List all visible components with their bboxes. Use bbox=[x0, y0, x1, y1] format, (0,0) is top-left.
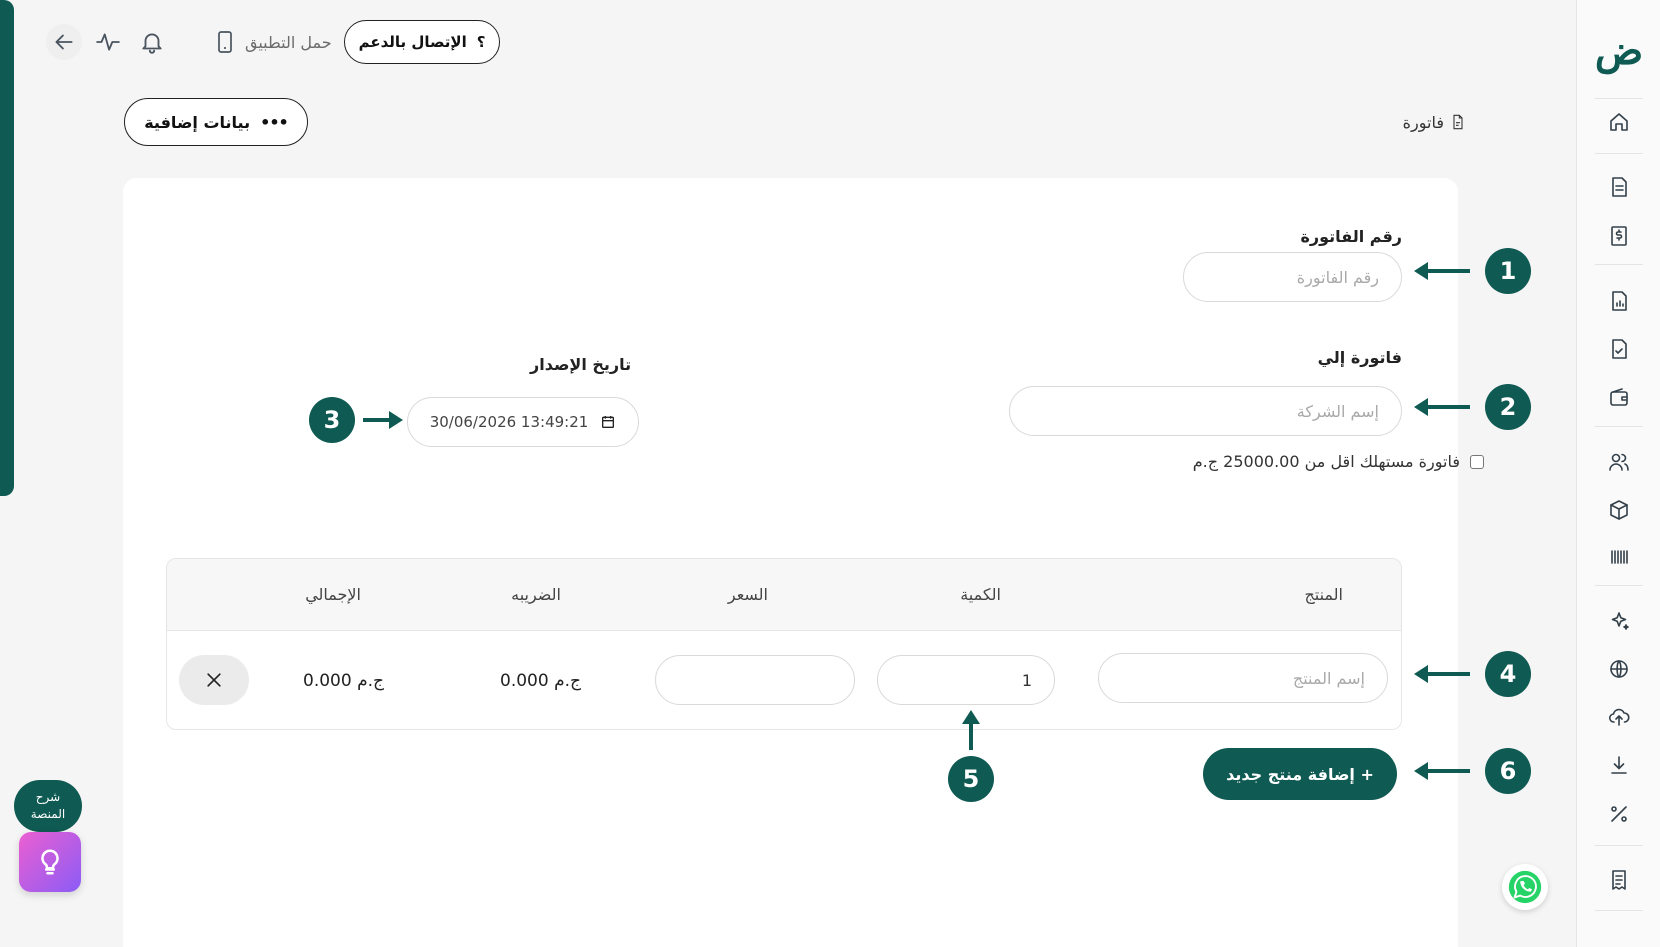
whatsapp-icon bbox=[1508, 870, 1542, 904]
activity-icon bbox=[96, 33, 120, 51]
annotation-badge-3: 3 bbox=[309, 397, 355, 443]
annotation-arrow-3 bbox=[361, 409, 405, 431]
tips-button[interactable] bbox=[19, 832, 81, 892]
question-icon: ؟ bbox=[476, 33, 486, 51]
consumer-invoice-checkbox-row[interactable]: فاتورة مستهلك اقل من 25000.00 ج.م bbox=[1193, 452, 1484, 471]
report-chart-icon[interactable] bbox=[1605, 287, 1633, 315]
whatsapp-button[interactable] bbox=[1502, 864, 1548, 910]
percent-icon[interactable] bbox=[1605, 800, 1633, 828]
annotation-badge-2: 2 bbox=[1485, 384, 1531, 430]
contact-support-button[interactable]: الإتصال بالدعم ؟ bbox=[344, 20, 500, 64]
remove-row-button[interactable] bbox=[179, 655, 249, 705]
add-product-button[interactable]: + إضافة منتج جديد bbox=[1203, 748, 1397, 800]
header-tax: الضريبه bbox=[511, 585, 561, 604]
invoice-number-placeholder: رقم الفاتورة bbox=[1296, 267, 1379, 287]
breadcrumb: فاتورة bbox=[1403, 108, 1466, 136]
barcode-icon[interactable] bbox=[1605, 543, 1633, 571]
tax-value: 0.000 ج.م bbox=[500, 671, 581, 691]
back-button[interactable] bbox=[46, 24, 82, 60]
calendar-icon[interactable] bbox=[600, 414, 616, 430]
platform-guide-button[interactable]: شرح المنصة bbox=[14, 780, 82, 832]
left-accent-strip bbox=[0, 0, 14, 496]
mobile-icon bbox=[218, 31, 232, 53]
issue-date-label: تاريخ الإصدار bbox=[530, 355, 632, 374]
extra-data-label: بيانات إضافية bbox=[144, 112, 251, 132]
annotation-arrow-6 bbox=[1412, 760, 1472, 782]
consumer-invoice-checkbox[interactable] bbox=[1470, 454, 1484, 469]
users-icon[interactable] bbox=[1605, 448, 1633, 476]
help-line-2: المنصة bbox=[30, 807, 66, 821]
sidebar-divider bbox=[1595, 910, 1643, 911]
annotation-badge-5: 5 bbox=[948, 756, 994, 802]
invoice-number-input[interactable]: رقم الفاتورة bbox=[1183, 252, 1402, 302]
sidebar-divider bbox=[1595, 845, 1643, 846]
receipt-icon[interactable] bbox=[1605, 866, 1633, 894]
company-name-input[interactable]: إسم الشركة bbox=[1009, 386, 1402, 436]
invoice-number-label: رقم الفاتورة bbox=[1300, 227, 1402, 246]
annotation-arrow-5 bbox=[960, 708, 982, 752]
sidebar-divider bbox=[1595, 426, 1643, 427]
products-table: المنتج الكمية السعر الضريبه الإجمالي إسم… bbox=[166, 558, 1402, 730]
invoice-to-label: فاتورة إلي bbox=[1317, 348, 1402, 367]
annotation-arrow-4 bbox=[1412, 663, 1472, 685]
annotation-badge-6: 6 bbox=[1485, 748, 1531, 794]
document-icon[interactable] bbox=[1605, 173, 1633, 201]
annotation-arrow-2 bbox=[1412, 396, 1472, 418]
file-check-icon[interactable] bbox=[1605, 335, 1633, 363]
sparkles-icon[interactable] bbox=[1605, 607, 1633, 635]
contact-support-label: الإتصال بالدعم bbox=[358, 33, 467, 51]
total-value: 0.000 ج.م bbox=[303, 671, 384, 691]
cloud-upload-icon[interactable] bbox=[1605, 703, 1633, 731]
sidebar-divider bbox=[1595, 98, 1643, 99]
issue-date-value: 30/06/2026 13:49:21 bbox=[429, 413, 589, 431]
sidebar-divider bbox=[1595, 585, 1643, 586]
activity-button[interactable] bbox=[90, 24, 126, 60]
consumer-invoice-label: فاتورة مستهلك اقل من 25000.00 ج.م bbox=[1192, 452, 1460, 471]
issue-date-input[interactable]: 30/06/2026 13:49:21 bbox=[407, 397, 639, 447]
product-name-placeholder: إسم المنتج bbox=[1292, 668, 1365, 688]
header-total: الإجمالي bbox=[305, 585, 361, 604]
page-title: فاتورة bbox=[1402, 112, 1444, 132]
brand-logo[interactable]: ض bbox=[1577, 22, 1660, 78]
globe-icon[interactable] bbox=[1605, 655, 1633, 683]
sidebar-divider bbox=[1595, 153, 1643, 154]
home-icon[interactable] bbox=[1605, 108, 1633, 136]
add-product-label: + إضافة منتج جديد bbox=[1226, 764, 1374, 784]
annotation-badge-1: 1 bbox=[1485, 248, 1531, 294]
lightbulb-icon bbox=[41, 849, 59, 875]
quantity-value: 1 bbox=[1021, 670, 1032, 690]
download-icon[interactable] bbox=[1605, 751, 1633, 779]
sidebar: ض bbox=[1576, 0, 1660, 947]
help-line-1: شرح bbox=[35, 790, 61, 804]
close-icon bbox=[207, 673, 221, 687]
invoice-file-icon bbox=[1453, 114, 1463, 130]
invoice-dollar-icon[interactable] bbox=[1605, 222, 1633, 250]
sidebar-divider bbox=[1595, 264, 1643, 265]
bell-icon bbox=[142, 33, 162, 54]
header-product: المنتج bbox=[1304, 585, 1343, 604]
quantity-input[interactable]: 1 bbox=[877, 655, 1055, 705]
box-icon[interactable] bbox=[1605, 496, 1633, 524]
arrow-left-icon bbox=[55, 34, 73, 50]
annotation-badge-4: 4 bbox=[1485, 651, 1531, 697]
more-dots-icon: ••• bbox=[260, 112, 289, 132]
header-quantity: الكمية bbox=[960, 585, 1001, 604]
header-price: السعر bbox=[727, 585, 768, 604]
company-name-placeholder: إسم الشركة bbox=[1296, 401, 1379, 421]
table-header: المنتج الكمية السعر الضريبه الإجمالي bbox=[167, 559, 1401, 631]
notifications-button[interactable] bbox=[134, 24, 170, 60]
download-app-label: حمل التطبيق bbox=[245, 32, 332, 52]
annotation-arrow-1 bbox=[1412, 260, 1472, 282]
wallet-icon[interactable] bbox=[1605, 384, 1633, 412]
extra-data-button[interactable]: بيانات إضافية ••• bbox=[124, 98, 308, 146]
product-name-input[interactable]: إسم المنتج bbox=[1098, 653, 1388, 703]
download-app-link[interactable]: حمل التطبيق bbox=[213, 20, 332, 64]
price-input[interactable] bbox=[655, 655, 855, 705]
